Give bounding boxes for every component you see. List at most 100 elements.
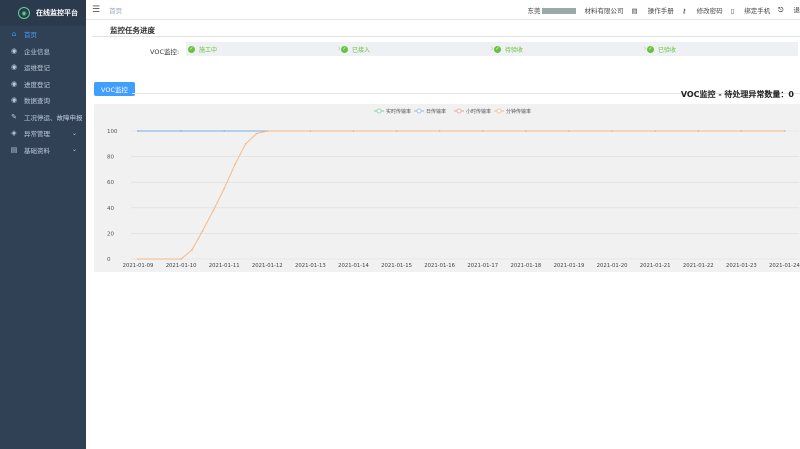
sidebar-item[interactable]: ◈ 异常管理 ⌄: [0, 125, 86, 142]
menu-toggle-icon[interactable]: ☰: [92, 5, 100, 15]
sidebar-item-label: 企业信息: [24, 47, 50, 56]
y-tick-label: 80: [107, 155, 114, 161]
data-point: [190, 249, 193, 251]
legend-marker: [416, 108, 422, 114]
x-tick-label: 2021-01-09: [123, 263, 154, 269]
app-logo[interactable]: ◉ 在线监控平台: [0, 0, 86, 26]
eye-icon: ◉: [10, 46, 18, 55]
manual-link[interactable]: ▤ 操作手册: [632, 5, 674, 15]
chevron-down-icon: ⌄: [71, 129, 77, 137]
legend-label: 实时传输率: [386, 108, 411, 115]
redacted-block: [541, 7, 576, 14]
wrench-icon: ✎: [11, 112, 17, 121]
data-point: [783, 130, 786, 132]
y-tick-label: 100: [107, 129, 118, 135]
chevron-down-icon: ⌄: [71, 146, 77, 154]
bind-phone-link[interactable]: ▯ 绑定手机: [731, 5, 771, 15]
data-point: [223, 187, 226, 190]
sidebar-item-label: 数据查询: [24, 97, 50, 106]
x-tick-label: 2021-01-19: [554, 263, 585, 269]
data-point: [137, 130, 139, 132]
x-tick-label: 2021-01-24: [769, 263, 800, 269]
sidebar-item[interactable]: ◉ 运维登记: [0, 59, 86, 76]
sidebar-item[interactable]: ⌂ 首页: [0, 26, 86, 43]
data-point: [352, 130, 355, 132]
bind-phone-label: 绑定手机: [744, 6, 771, 15]
x-tick-label: 2021-01-16: [424, 263, 455, 269]
logout-icon: ⎋: [778, 6, 784, 14]
breadcrumb[interactable]: 首页: [109, 5, 122, 15]
sidebar: ◉ 在线监控平台 ⌂ 首页 ◉ 企业信息 ◉ 运维登记 ◉ 进度登记 ◉ 数据查询 ✎ 工况停运、故障…: [0, 0, 86, 449]
company-prefix: 东莞: [527, 6, 541, 15]
data-point: [568, 130, 570, 132]
logo-icon: ◉: [18, 7, 30, 19]
data-point: [137, 258, 139, 260]
y-tick-label: 60: [107, 180, 114, 186]
data-point: [395, 130, 398, 132]
step-label: 已接入: [352, 46, 371, 54]
x-tick-label: 2021-01-13: [295, 263, 326, 269]
data-point: [524, 130, 527, 132]
x-tick-label: 2021-01-10: [166, 263, 197, 269]
topbar: ☰ 首页 东莞 材料有限公司 ▤ 操作手册 ⚷ 修改密码 ▯ 绑定手机 ⎋ 退: [86, 0, 800, 20]
company-suffix: 材料有限公司: [584, 6, 624, 15]
section-divider: [92, 36, 800, 37]
data-point: [180, 258, 182, 260]
voc-progress-label: VOC监控:: [150, 48, 180, 56]
data-point: [697, 130, 700, 132]
eye-icon: ◉: [10, 96, 18, 105]
progress-step: ✓ 已接入 ›: [339, 42, 494, 56]
legend-label: 日传输率: [426, 108, 446, 115]
change-password-label: 修改密码: [696, 6, 723, 15]
x-tick-label: 2021-01-18: [510, 263, 541, 269]
x-tick-label: 2021-01-22: [683, 263, 714, 269]
chart-svg: 100 80 60 40 20 0 2021-01-09 2021-01-10 2021-01-…: [107, 108, 800, 269]
data-point: [309, 130, 312, 132]
data-point: [611, 130, 613, 132]
x-tick-label: 2021-01-17: [467, 263, 498, 269]
top-right-actions: 东莞 材料有限公司 ▤ 操作手册 ⚷ 修改密码 ▯ 绑定手机 ⎋ 退: [512, 4, 800, 15]
x-tick-label: 2021-01-15: [381, 263, 412, 269]
data-point: [223, 130, 226, 132]
y-tick-label: 20: [107, 231, 114, 237]
data-point: [266, 130, 269, 132]
x-tick-label: 2021-01-14: [338, 263, 369, 269]
data-point: [234, 163, 236, 166]
sidebar-item-label: 工况停运、故障申报: [24, 113, 83, 122]
step-label: 施工中: [199, 46, 218, 54]
sidebar-item[interactable]: ◉ 进度登记: [0, 76, 86, 93]
main-content: ☰ 首页 东莞 材料有限公司 ▤ 操作手册 ⚷ 修改密码 ▯ 绑定手机 ⎋ 退 监…: [86, 0, 800, 449]
sidebar-item[interactable]: ◉ 数据查询: [0, 92, 86, 109]
progress-step: ✓ 已验收: [645, 42, 798, 56]
cube-icon: ◈: [11, 129, 17, 138]
sidebar-item[interactable]: ▤ 基础资料 ⌄: [0, 142, 86, 159]
progress-steps: ✓ 施工中 › ✓ 已接入 › ✓ 待验收 › ✓ 已验收: [186, 42, 798, 56]
logout-link[interactable]: ⎋ 退: [778, 4, 800, 15]
sidebar-item[interactable]: ✎ 工况停运、故障申报: [0, 109, 86, 126]
tab-voc-monitor[interactable]: VOC监控: [94, 82, 135, 96]
x-tick-label: 2021-01-21: [640, 263, 671, 269]
home-icon: ⌂: [11, 30, 17, 39]
legend-label: 小时传输率: [466, 108, 491, 115]
app-title: 在线监控平台: [36, 9, 78, 17]
data-point: [244, 142, 247, 145]
data-point: [740, 130, 743, 132]
x-tick-label: 2021-01-20: [597, 263, 628, 269]
company-name: 东莞 材料有限公司: [520, 5, 624, 15]
data-point: [654, 130, 657, 132]
y-tick-label: 0: [107, 257, 111, 263]
phone-icon: ▯: [730, 6, 735, 15]
legend-marker: [376, 108, 382, 114]
eye-icon: ◉: [10, 79, 18, 88]
sidebar-item[interactable]: ◉ 企业信息: [0, 43, 86, 60]
sidebar-item-label: 首页: [24, 31, 37, 40]
exception-count: VOC监控 - 待处理异常数量：0: [680, 90, 794, 99]
change-password-link[interactable]: ⚷ 修改密码: [682, 5, 723, 15]
key-icon: ⚷: [681, 6, 687, 15]
nav-list: ⌂ 首页 ◉ 企业信息 ◉ 运维登记 ◉ 进度登记 ◉ 数据查询 ✎ 工况停运、故障申报 ◈ 异常管理 ⌄ ▤…: [0, 26, 86, 158]
data-point: [180, 130, 182, 132]
legend-marker: [496, 108, 502, 114]
data-point: [201, 229, 204, 232]
check-icon: ✓: [647, 45, 654, 53]
step-label: 待验收: [505, 46, 524, 54]
